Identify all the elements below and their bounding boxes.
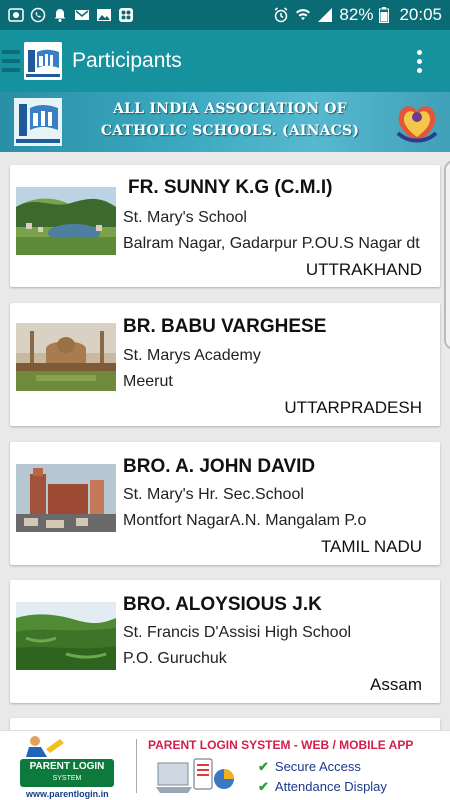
ad-feature: ✔ Secure Access (258, 759, 361, 775)
participant-card[interactable] (10, 718, 440, 730)
ad-headline: PARENT LOGIN SYSTEM - WEB / MOBILE APP (148, 738, 414, 752)
ad-url: www.parentlogin.in (26, 789, 109, 799)
photo-icon (8, 8, 24, 22)
battery-icon (379, 7, 390, 23)
app-bar: Participants (0, 30, 450, 92)
participant-school: St. Francis D'Assisi High School (123, 624, 352, 641)
participant-card[interactable]: BR. BABU VARGHESE St. Marys Academy Meer… (10, 303, 440, 426)
participant-card[interactable]: BRO. ALOYSIOUS J.K St. Francis D'Assisi … (10, 580, 440, 703)
participant-photo (16, 323, 116, 391)
ad-brand-line1: PARENT LOGIN (29, 761, 105, 772)
ad-brand-plate: PARENT LOGIN SYSTEM (20, 759, 114, 787)
ainacs-logo-icon (24, 42, 62, 80)
menu-icon[interactable] (2, 46, 20, 76)
participant-state: Assam (370, 675, 422, 694)
participant-school: St. Mary's Hr. Sec.School (123, 486, 304, 503)
checkmark-icon: ✔ (258, 759, 269, 774)
ainacs-banner-logo-icon (14, 98, 62, 146)
gallery-icon (97, 9, 111, 21)
ad-feature: ✔ Attendance Display (258, 779, 387, 795)
alarm-icon (274, 7, 288, 23)
participant-name: FR. SUNNY K.G (C.M.I) (128, 177, 333, 198)
participant-name: BRO. A. JOHN DAVID (123, 456, 316, 477)
banner-title-line1: ALL INDIA ASSOCIATION OF (113, 101, 347, 117)
participant-state: UTTRAKHAND (305, 260, 422, 279)
participant-card[interactable]: FR. SUNNY K.G (C.M.I) St. Mary's School … (10, 165, 440, 287)
participant-state: TAMIL NADU (320, 537, 422, 556)
person-laptop-icon (26, 736, 64, 757)
participant-name: BRO. ALOYSIOUS J.K (123, 594, 322, 615)
page-title: Participants (72, 49, 182, 72)
heart-emblem-icon (396, 106, 438, 143)
participant-photo (16, 602, 116, 670)
app-grid-icon (119, 8, 133, 22)
participants-list[interactable]: FR. SUNNY K.G (C.M.I) St. Mary's School … (0, 152, 450, 730)
wifi-icon (296, 9, 311, 20)
participant-photo (16, 464, 116, 532)
banner-title: ALL INDIA ASSOCIATION OF CATHOLIC SCHOOL… (100, 98, 360, 142)
notification-icons (8, 7, 134, 23)
ad-feature-text: Secure Access (274, 759, 361, 774)
participant-photo (16, 187, 116, 255)
ad-brand-line2: SYSTEM (52, 775, 82, 782)
system-icons: 82% 20:05 (273, 5, 442, 25)
ainacs-logo (24, 42, 62, 80)
ad-divider (136, 739, 137, 793)
participant-state: UTTARPRADESH (284, 398, 422, 417)
participant-school: St. Mary's School (123, 209, 247, 226)
gmail-icon (75, 10, 89, 20)
whatsapp-icon (30, 7, 46, 23)
participant-address: Montfort NagarA.N. Mangalam P.o (123, 512, 367, 529)
ad-banner[interactable]: PARENT LOGIN SYSTEM www.parentlogin.in P… (0, 730, 450, 800)
checkmark-icon: ✔ (258, 779, 269, 794)
participant-address: Balram Nagar, Gadarpur P.OU.S Nagar dt (123, 235, 420, 252)
participant-address: Meerut (123, 373, 173, 390)
status-bar: 82% 20:05 (0, 0, 450, 30)
bell-icon (54, 9, 66, 22)
overflow-menu-icon[interactable] (417, 49, 422, 73)
participant-school: St. Marys Academy (123, 347, 261, 364)
signal-icon (318, 8, 333, 22)
participant-address: P.O. Guruchuk (123, 650, 227, 667)
ad-feature-text: Attendance Display (274, 779, 387, 794)
ad-brand: PARENT LOGIN SYSTEM www.parentlogin.in (0, 731, 135, 800)
participant-name: BR. BABU VARGHESE (123, 316, 327, 337)
participant-card[interactable]: BRO. A. JOHN DAVID St. Mary's Hr. Sec.Sc… (10, 442, 440, 565)
battery-percent: 82% (339, 5, 374, 24)
devices-icon (156, 758, 234, 793)
banner-title-line2: CATHOLIC SCHOOLS. (AINACS) (100, 123, 360, 139)
association-banner: ALL INDIA ASSOCIATION OF CATHOLIC SCHOOL… (0, 92, 450, 152)
clock: 20:05 (399, 5, 442, 24)
scroll-edge-indicator (444, 160, 450, 350)
